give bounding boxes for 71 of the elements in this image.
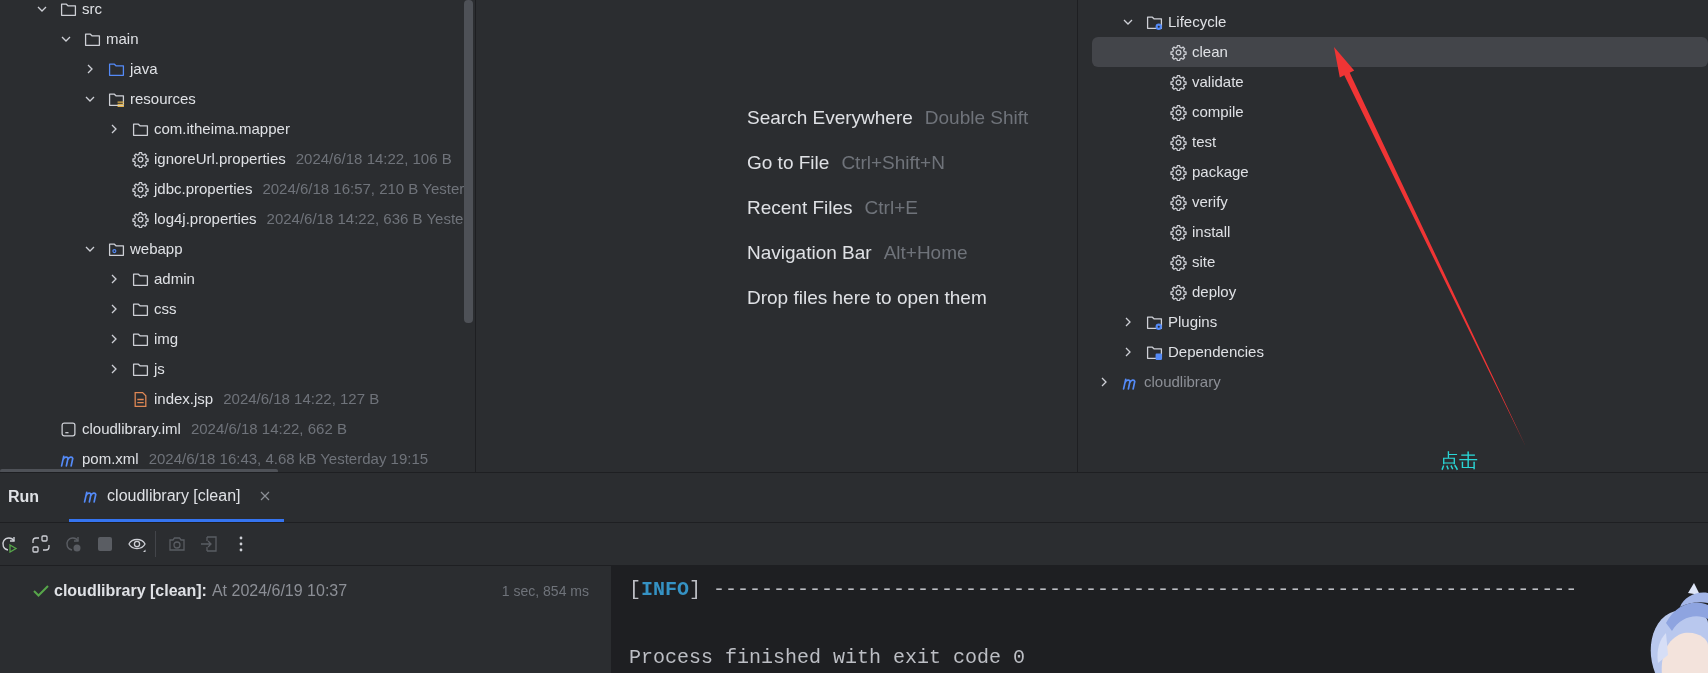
close-icon[interactable] <box>259 490 270 501</box>
gear-icon <box>1170 73 1187 91</box>
action-label[interactable]: Recent Files <box>747 194 853 223</box>
tree-item-label[interactable]: admin <box>154 267 195 291</box>
tree-item-label[interactable]: Dependencies <box>1168 340 1264 364</box>
run-time: At 2024/6/19 10:37 <box>211 581 348 601</box>
file-info: 2024/6/18 16:57, 210 B Yester <box>262 178 465 199</box>
shortcut-label: Ctrl+E <box>864 196 918 221</box>
tree-item[interactable]: clean <box>1092 37 1708 67</box>
tree-item[interactable]: compile <box>1092 97 1708 127</box>
swap-icon[interactable] <box>32 535 50 553</box>
tree-item[interactable]: package <box>1092 157 1708 187</box>
tree-item-label[interactable]: Plugins <box>1168 310 1218 334</box>
file-icon <box>60 420 77 438</box>
shortcut-label: Alt+Home <box>883 241 968 266</box>
tree-item-label[interactable]: ignoreUrl.properties <box>154 147 286 171</box>
tree-item-label[interactable]: com.itheima.mapper <box>154 117 290 141</box>
gear-icon <box>1170 103 1187 121</box>
tree-item[interactable]: verify <box>1092 187 1708 217</box>
action-label[interactable]: Go to File <box>747 149 830 178</box>
annotation-label: 点击 <box>1440 450 1478 471</box>
gear-icon <box>132 210 149 228</box>
scrollbar-thumb[interactable] <box>464 0 473 323</box>
run-name[interactable]: cloudlibrary [clean]: <box>54 579 207 603</box>
gear-icon <box>1170 43 1187 61</box>
scrollbar-thumb[interactable] <box>0 469 278 472</box>
file-info: 2024/6/18 14:22, 106 B <box>295 148 452 169</box>
tree-item-label[interactable]: log4j.properties <box>154 207 257 231</box>
shortcut-label: Double Shift <box>924 106 1029 131</box>
gear-icon <box>1170 283 1187 301</box>
gear-icon <box>1170 133 1187 151</box>
tree-item-label[interactable]: src <box>82 0 102 21</box>
file-info: 2024/6/18 14:22, 662 B <box>190 418 347 439</box>
tree-item-label[interactable]: img <box>154 327 179 351</box>
tree-item-label[interactable]: pom.xml <box>82 447 139 471</box>
gear-icon <box>132 150 149 168</box>
file-info: 2024/6/18 16:43, 4.68 kB Yesterday 19:15 <box>148 448 429 469</box>
action-label[interactable]: Navigation Bar <box>747 239 872 268</box>
tree-item[interactable]: deploy <box>1092 277 1708 307</box>
tree-item-label[interactable]: Lifecycle <box>1168 10 1227 34</box>
run-tab[interactable]: cloudlibrary [clean] <box>69 472 284 522</box>
action-label[interactable]: Search Everywhere <box>747 104 913 133</box>
gear-icon <box>1170 223 1187 241</box>
drop-hint: Drop files here to open them <box>747 286 987 311</box>
file-info: 2024/6/18 14:22, 127 B <box>223 388 380 409</box>
tree-item-label[interactable]: cloudlibrary <box>1144 370 1221 394</box>
file-info: 2024/6/18 14:22, 636 B Yeste <box>266 208 464 229</box>
tree-item-label[interactable]: resources <box>130 87 196 111</box>
tree-item-label[interactable]: jdbc.properties <box>154 177 253 201</box>
tree-item-label[interactable]: webapp <box>130 237 183 261</box>
tool-window-title: Run <box>7 487 41 507</box>
rerun-icon[interactable] <box>0 535 18 553</box>
file-icon <box>132 390 149 408</box>
tree-item[interactable]: test <box>1092 127 1708 157</box>
tree-item-label[interactable]: css <box>154 297 177 321</box>
gear-icon <box>1170 253 1187 271</box>
gear-icon <box>1170 163 1187 181</box>
tree-item-label[interactable]: main <box>106 27 139 51</box>
console-line: Process finished with exit code 0 <box>629 646 1026 669</box>
tree-item-label[interactable]: cloudlibrary.iml <box>82 417 181 441</box>
tree-item-label[interactable]: java <box>130 57 158 81</box>
tree-item[interactable]: install <box>1092 217 1708 247</box>
shortcut-label: Ctrl+Shift+N <box>841 151 945 176</box>
gear-icon <box>1170 193 1187 211</box>
gear-icon <box>132 180 149 198</box>
console-line: [INFO] ------------------------------------------------------------------------ <box>629 578 1578 601</box>
tree-item-label[interactable]: index.jsp <box>154 387 214 411</box>
tree-item-label[interactable]: js <box>154 357 165 381</box>
tree-item[interactable]: site <box>1092 247 1708 277</box>
tree-item[interactable]: validate <box>1092 67 1708 97</box>
run-duration: 1 sec, 854 ms <box>501 581 589 601</box>
